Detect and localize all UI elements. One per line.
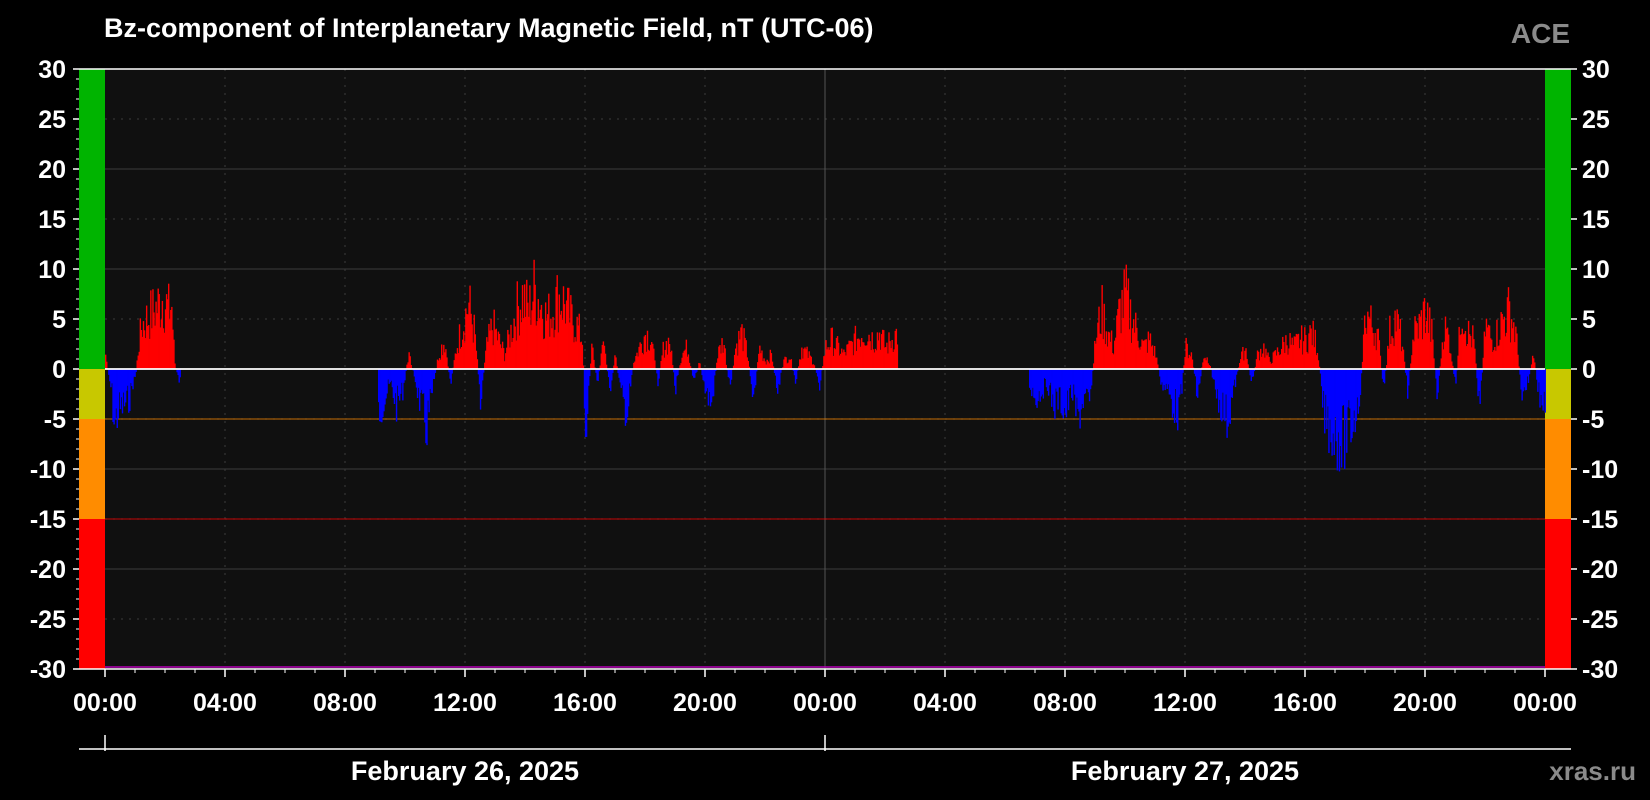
y-tick-label: -20 — [1582, 556, 1618, 584]
x-tick-label: 20:00 — [1393, 689, 1457, 717]
y-tick-label: -5 — [44, 406, 66, 434]
y-tick-label: 10 — [1582, 256, 1610, 284]
color-band — [1545, 69, 1571, 369]
bz-bar — [1433, 358, 1435, 369]
x-tick-label: 16:00 — [553, 689, 617, 717]
y-tick-label: 25 — [38, 106, 66, 134]
x-tick-label: 12:00 — [433, 689, 497, 717]
bz-bar — [754, 369, 757, 386]
y-tick-label: 5 — [1582, 306, 1596, 334]
x-tick-label: 16:00 — [1273, 689, 1337, 717]
y-tick-label: 20 — [1582, 156, 1610, 184]
color-band — [79, 69, 105, 369]
bz-bar — [1383, 369, 1386, 384]
bz-bar — [589, 369, 591, 377]
color-band — [79, 519, 105, 669]
y-tick-label: -30 — [1582, 656, 1618, 684]
bz-bar — [658, 369, 660, 379]
bz-bar — [790, 359, 793, 369]
y-tick-label: -25 — [1582, 606, 1618, 634]
x-tick-label: 08:00 — [313, 689, 377, 717]
date-labels: February 26, 2025 February 27, 2025 — [104, 735, 1299, 786]
bz-bar — [730, 369, 733, 380]
bz-bar — [654, 360, 656, 369]
date-label: February 27, 2025 — [1071, 756, 1299, 786]
bz-bar — [476, 359, 479, 369]
y-tick-label: -20 — [30, 556, 66, 584]
y-tick-label: 0 — [52, 356, 66, 384]
bz-bar — [1200, 369, 1202, 377]
y-tick-label: 30 — [1582, 56, 1610, 84]
x-tick-label: 04:00 — [913, 689, 977, 717]
bz-bar — [1408, 369, 1410, 386]
color-band — [1545, 369, 1571, 419]
x-tick-label: 12:00 — [1153, 689, 1217, 717]
y-tick-label: -5 — [1582, 406, 1604, 434]
y-tick-label: -15 — [1582, 506, 1618, 534]
x-tick-label: 00:00 — [1513, 689, 1577, 717]
x-tick-label: 00:00 — [73, 689, 137, 717]
y-tick-label: 25 — [1582, 106, 1610, 134]
color-band — [79, 419, 105, 519]
y-tick-label: -25 — [30, 606, 66, 634]
color-band — [1545, 419, 1571, 519]
y-tick-label: 0 — [1582, 356, 1596, 384]
bz-chart: Bz-component of Interplanetary Magnetic … — [30, 13, 1636, 786]
color-band — [79, 369, 105, 419]
bz-bar — [106, 361, 108, 369]
bz-bar — [1438, 369, 1440, 376]
color-band — [1545, 519, 1571, 669]
y-tick-label: 10 — [38, 256, 66, 284]
x-tick-label: 00:00 — [793, 689, 857, 717]
y-tick-label: 5 — [52, 306, 66, 334]
watermark: xras.ru — [1549, 756, 1636, 786]
source-label: ACE — [1511, 18, 1570, 49]
y-tick-label: -10 — [1582, 456, 1618, 484]
bz-bar — [1544, 369, 1546, 413]
bz-bar — [820, 369, 822, 381]
bz-bar — [1455, 369, 1457, 384]
bz-bar — [581, 344, 584, 369]
bz-bar — [179, 369, 181, 378]
y-tick-label: -30 — [30, 656, 66, 684]
x-tick-label: 04:00 — [193, 689, 257, 717]
bz-bar — [896, 344, 899, 369]
y-tick-label: 30 — [38, 56, 66, 84]
date-label: February 26, 2025 — [351, 756, 579, 786]
y-tick-label: -15 — [30, 506, 66, 534]
bz-bar — [1534, 362, 1536, 369]
y-tick-label: 15 — [38, 206, 66, 234]
x-tick-label: 08:00 — [1033, 689, 1097, 717]
bz-bar — [1090, 369, 1093, 386]
chart-title: Bz-component of Interplanetary Magnetic … — [104, 13, 874, 43]
x-ticks: 00:00 04:00 08:00 12:00 16:00 20:00 00:00 04:00… — [73, 669, 1577, 717]
bz-bar — [1379, 355, 1382, 369]
y-tick-label: 20 — [38, 156, 66, 184]
y-tick-label: 15 — [1582, 206, 1610, 234]
y-tick-label: -10 — [30, 456, 66, 484]
bz-bar — [1403, 361, 1406, 369]
x-tick-label: 20:00 — [673, 689, 737, 717]
